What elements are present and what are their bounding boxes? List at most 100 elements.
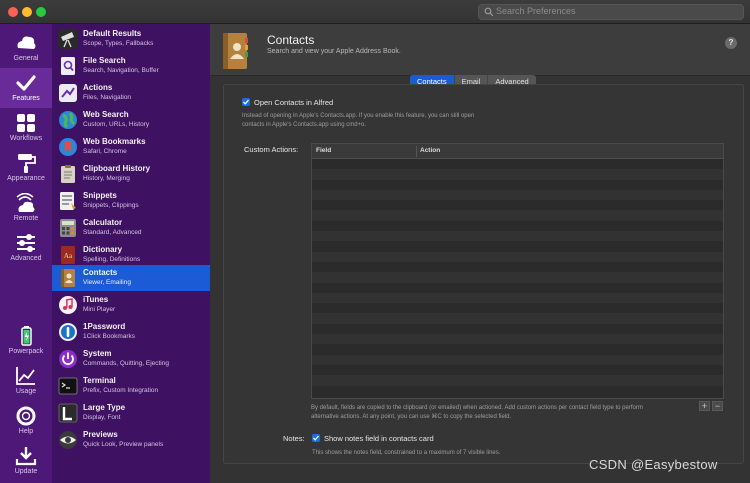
table-row[interactable] [312, 241, 723, 252]
feature-snippets[interactable]: Snippets Snippets, Clippings [52, 188, 210, 214]
table-row[interactable] [312, 282, 723, 293]
feature-file-search[interactable]: File Search Search, Navigation, Buffer [52, 53, 210, 79]
table-row[interactable] [312, 334, 723, 345]
table-row[interactable] [312, 179, 723, 190]
feature-large-type[interactable]: Large Type Display, Font [52, 400, 210, 426]
table-row[interactable] [312, 200, 723, 211]
feature-previews[interactable]: Previews Quick Look, Preview panels [52, 427, 210, 453]
nav-usage-label: Usage [15, 388, 37, 395]
minimize-window-button[interactable] [22, 7, 32, 17]
actions-icon [59, 84, 77, 102]
checkmark-icon [16, 75, 36, 91]
feature-web-bookmarks[interactable]: Web Bookmarks Safari, Chrome [52, 134, 210, 160]
feature-title: Web Search [83, 110, 129, 119]
feature-subtitle: History, Merging [83, 175, 130, 182]
remote-icon [16, 193, 35, 212]
checkmark-icon [313, 435, 319, 441]
preferences-window: Search Preferences General Features Work… [0, 0, 750, 483]
zoom-window-button[interactable] [36, 7, 46, 17]
nav-features[interactable]: Features [0, 68, 52, 108]
notes-label: Notes: [283, 434, 305, 443]
feature-itunes[interactable]: iTunes Mini Player [52, 292, 210, 318]
remove-action-button[interactable]: − [712, 401, 723, 411]
sliders-icon [17, 234, 35, 252]
nav-update[interactable]: Update [0, 441, 52, 481]
nav-powerpack-label: Powerpack [8, 348, 44, 355]
table-row[interactable] [312, 323, 723, 335]
feature-1password[interactable]: 1Password 1Click Bookmarks [52, 319, 210, 345]
help-button[interactable]: ? [725, 37, 737, 49]
add-action-button[interactable]: + [699, 401, 710, 411]
nav-help[interactable]: Help [0, 401, 52, 441]
feature-subtitle: Snippets, Clippings [83, 202, 139, 209]
feature-title: Terminal [83, 376, 116, 385]
feature-subtitle: Viewer, Emailing [83, 279, 131, 286]
download-icon [15, 447, 37, 466]
bookmark-icon [59, 138, 77, 156]
feature-contacts[interactable]: Contacts Viewer, Emailing [52, 265, 210, 291]
eye-icon [59, 431, 77, 449]
nav-appearance-label: Appearance [7, 175, 45, 182]
table-row[interactable] [312, 210, 723, 221]
feature-system[interactable]: System Commands, Quitting, Ejecting [52, 346, 210, 372]
table-row[interactable] [312, 189, 723, 201]
custom-actions-table[interactable]: Field Action [311, 143, 724, 399]
nav-remote-label: Remote [13, 215, 39, 222]
feature-subtitle: Files, Navigation [83, 94, 132, 101]
globe-icon [59, 111, 77, 129]
feature-actions[interactable]: Actions Files, Navigation [52, 80, 210, 106]
feature-terminal[interactable]: Terminal Prefix, Custom Integration [52, 373, 210, 399]
feature-title: System [83, 349, 112, 358]
nav-powerpack[interactable]: Powerpack [0, 321, 52, 361]
table-row[interactable] [312, 159, 723, 170]
nav-workflows[interactable]: Workflows [0, 108, 52, 148]
table-row[interactable] [312, 303, 723, 314]
feature-subtitle: 1Click Bookmarks [83, 333, 136, 340]
search-placeholder: Search Preferences [496, 6, 576, 16]
nav-remote[interactable]: Remote [0, 188, 52, 228]
table-row[interactable] [312, 364, 723, 376]
table-row[interactable] [312, 261, 723, 273]
feature-subtitle: Commands, Quitting, Ejecting [83, 360, 169, 367]
close-window-button[interactable] [8, 7, 18, 17]
feature-calculator[interactable]: Calculator Standard, Advanced [52, 215, 210, 241]
nav-features-label: Features [12, 95, 40, 102]
feature-header: Contacts Search and view your Apple Addr… [210, 24, 750, 76]
feature-web-search[interactable]: Web Search Custom, URLs, History [52, 107, 210, 133]
main-pane: Contacts Search and view your Apple Addr… [210, 24, 750, 483]
table-row[interactable] [312, 272, 723, 283]
table-row[interactable] [312, 344, 723, 355]
table-row[interactable] [312, 375, 723, 386]
feature-clipboard-history[interactable]: Clipboard History History, Merging [52, 161, 210, 187]
table-row[interactable] [312, 169, 723, 180]
table-row[interactable] [312, 313, 723, 324]
telescope-icon [58, 29, 78, 49]
table-row[interactable] [312, 385, 723, 396]
feature-title: File Search [83, 56, 126, 65]
table-row[interactable] [312, 292, 723, 304]
feature-title: Actions [83, 83, 113, 92]
feature-title: Contacts [83, 268, 118, 277]
feature-subtitle: Mini Player [83, 306, 116, 313]
feature-subtitle: Scope, Types, Fallbacks [83, 40, 154, 47]
show-notes-checkbox[interactable] [312, 434, 320, 442]
page-title: Contacts [267, 33, 315, 47]
table-row[interactable] [312, 220, 723, 232]
feature-default-results[interactable]: Default Results Scope, Types, Fallbacks [52, 26, 210, 52]
feature-title: Web Bookmarks [83, 137, 146, 146]
nav-update-label: Update [14, 468, 38, 475]
watermark-text: CSDN @Easybestow [589, 457, 718, 472]
feature-title: Snippets [83, 191, 117, 200]
music-note-icon [59, 296, 77, 314]
nav-appearance[interactable]: Appearance [0, 148, 52, 188]
file-search-icon [61, 57, 75, 75]
nav-usage[interactable]: Usage [0, 361, 52, 401]
feature-subtitle: Quick Look, Preview panels [83, 441, 164, 448]
nav-advanced[interactable]: Advanced [0, 228, 52, 268]
nav-general[interactable]: General [0, 28, 52, 68]
table-row[interactable] [312, 231, 723, 242]
table-row[interactable] [312, 354, 723, 365]
table-row[interactable] [312, 251, 723, 262]
open-in-alfred-checkbox[interactable] [242, 98, 250, 106]
search-input[interactable]: Search Preferences [478, 4, 744, 20]
